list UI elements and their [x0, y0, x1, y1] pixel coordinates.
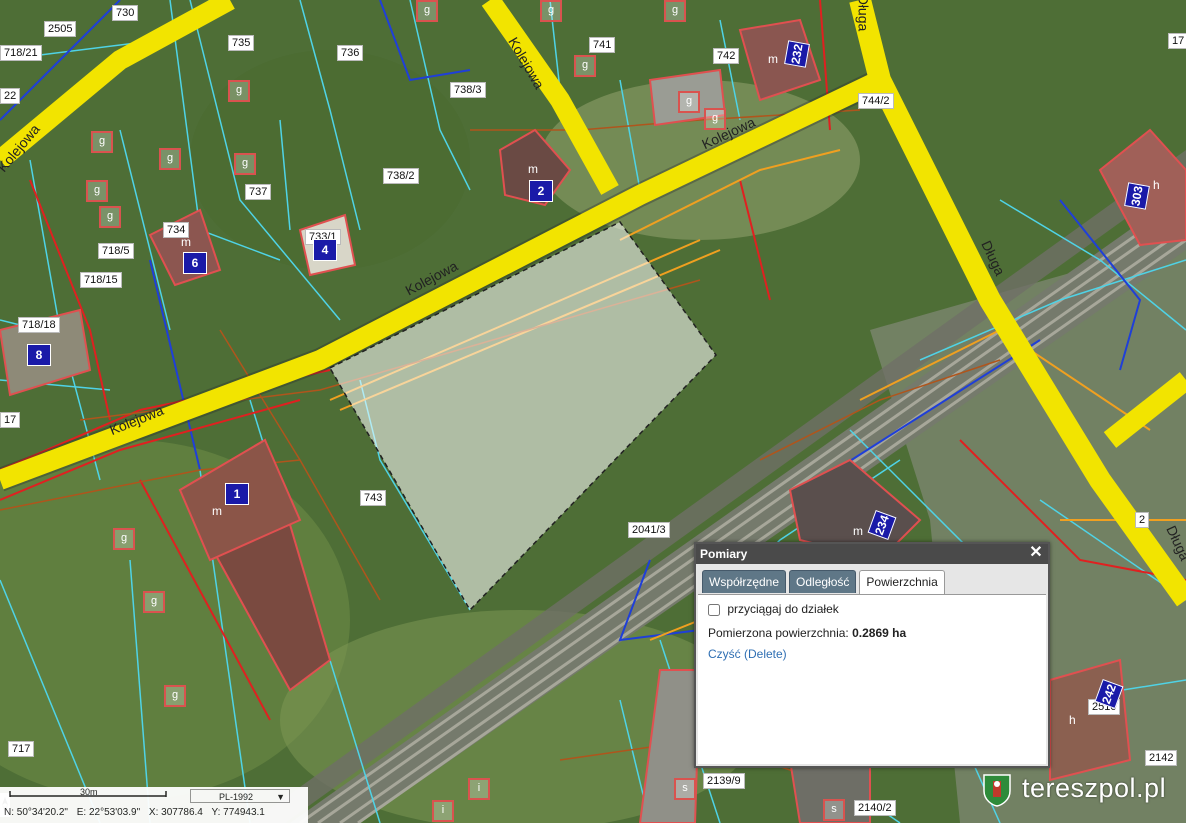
parcel-label: 738/2: [383, 168, 419, 184]
parcel-label: 2139/9: [703, 773, 745, 789]
parcel-label: 730: [112, 5, 139, 21]
parcel-label: 2041/3: [628, 522, 670, 538]
parcel-label: 742: [713, 48, 740, 64]
parcel-label: 2140/2: [854, 800, 896, 816]
tab-distance[interactable]: Odległość: [789, 570, 857, 593]
building-number: 1: [225, 483, 249, 505]
projection-value: PL-1992: [219, 792, 254, 802]
parcel-label: 17: [0, 412, 21, 428]
parcel-label: 744/2: [858, 93, 894, 109]
outbuilding: g: [113, 528, 135, 550]
outbuilding: g: [164, 685, 186, 707]
outbuilding: g: [159, 148, 181, 170]
snap-option[interactable]: przyciągaj do działek: [708, 602, 839, 616]
building-number: 4: [313, 239, 337, 261]
panel-tabs: Współrzędne Odległość Powierzchnia: [702, 570, 948, 595]
building-type: m: [853, 524, 863, 538]
parcel-label: 741: [589, 37, 616, 53]
outbuilding: g: [664, 0, 686, 22]
chevron-down-icon: ▼: [276, 792, 285, 802]
parcel-label: 2142: [1145, 750, 1178, 766]
building-type: m: [768, 52, 778, 66]
panel-title: Pomiary: [700, 547, 748, 561]
outbuilding: g: [228, 80, 250, 102]
outbuilding: i: [432, 800, 454, 822]
snap-checkbox[interactable]: [708, 603, 720, 616]
building-number: 8: [27, 344, 51, 366]
tab-coordinates[interactable]: Współrzędne: [702, 570, 787, 593]
building-number: 232: [784, 40, 810, 68]
parcel-label: 743: [360, 490, 387, 506]
coat-of-arms-icon: [983, 774, 1011, 807]
parcel-label: 17: [1168, 33, 1186, 49]
outbuilding: g: [540, 0, 562, 22]
area-result: Pomierzona powierzchnia: 0.2869 ha: [708, 626, 906, 640]
parcel-label: 718/5: [98, 243, 134, 259]
outbuilding: g: [91, 131, 113, 153]
outbuilding: g: [234, 153, 256, 175]
snap-label: przyciągaj do działek: [727, 602, 839, 616]
outbuilding: i: [468, 778, 490, 800]
parcel-label: 735: [228, 35, 255, 51]
x-coordinate: X: 307786.4: [148, 807, 203, 818]
parcel-label: 736: [337, 45, 364, 61]
parcel-label: 2: [1135, 512, 1150, 528]
scale-label: 30m: [80, 787, 98, 797]
coordinate-statusbar: 30m PL-1992 ▼ N: 50°34'20.2" E: 22°53'03…: [0, 787, 308, 823]
outbuilding: g: [86, 180, 108, 202]
panel-titlebar[interactable]: Pomiary ✕: [696, 544, 1048, 564]
building-type: h: [1069, 713, 1076, 727]
outbuilding: g: [704, 108, 726, 130]
close-icon[interactable]: ✕: [1028, 545, 1044, 561]
building-type: m: [181, 235, 191, 249]
building-type: m: [528, 162, 538, 176]
area-label: Pomierzona powierzchnia:: [708, 626, 849, 640]
parcel-label: 738/3: [450, 82, 486, 98]
logo-text: tereszpol.pl: [1022, 773, 1167, 803]
longitude-value: E: 22°53'03.9": [76, 807, 141, 818]
building-number: 303: [1124, 182, 1150, 210]
outbuilding: g: [99, 206, 121, 228]
building-number: 2: [529, 180, 553, 202]
measurement-panel: Pomiary ✕ Współrzędne Odległość Powierzc…: [694, 542, 1050, 768]
clear-link[interactable]: Czyść (Delete): [708, 647, 787, 661]
outbuilding: g: [416, 0, 438, 22]
parcel-label: 718/15: [80, 272, 122, 288]
outbuilding: g: [574, 55, 596, 77]
outbuilding: s: [674, 778, 696, 800]
building-type: h: [1153, 178, 1160, 192]
parcel-label: 737: [245, 184, 272, 200]
outbuilding: g: [678, 91, 700, 113]
parcel-label: 718/18: [18, 317, 60, 333]
area-value: 0.2869 ha: [852, 626, 907, 640]
tab-area[interactable]: Powierzchnia: [859, 570, 945, 595]
parcel-label: 2505: [44, 21, 77, 37]
outbuilding: g: [143, 591, 165, 613]
projection-select[interactable]: PL-1992 ▼: [190, 789, 290, 803]
building-type: m: [212, 504, 222, 518]
parcel-label: 717: [8, 741, 35, 757]
panel-content: przyciągaj do działek Pomierzona powierz…: [698, 594, 1046, 764]
parcel-label: 22: [0, 88, 21, 104]
y-coordinate: Y: 774943.1: [211, 807, 265, 818]
outbuilding: s: [823, 799, 845, 821]
latitude-value: N: 50°34'20.2": [4, 807, 68, 818]
coordinate-readout: N: 50°34'20.2" E: 22°53'03.9" X: 307786.…: [4, 807, 271, 818]
parcel-label: 718/21: [0, 45, 42, 61]
building-number: 6: [183, 252, 207, 274]
street-label: Długa: [855, 0, 872, 32]
